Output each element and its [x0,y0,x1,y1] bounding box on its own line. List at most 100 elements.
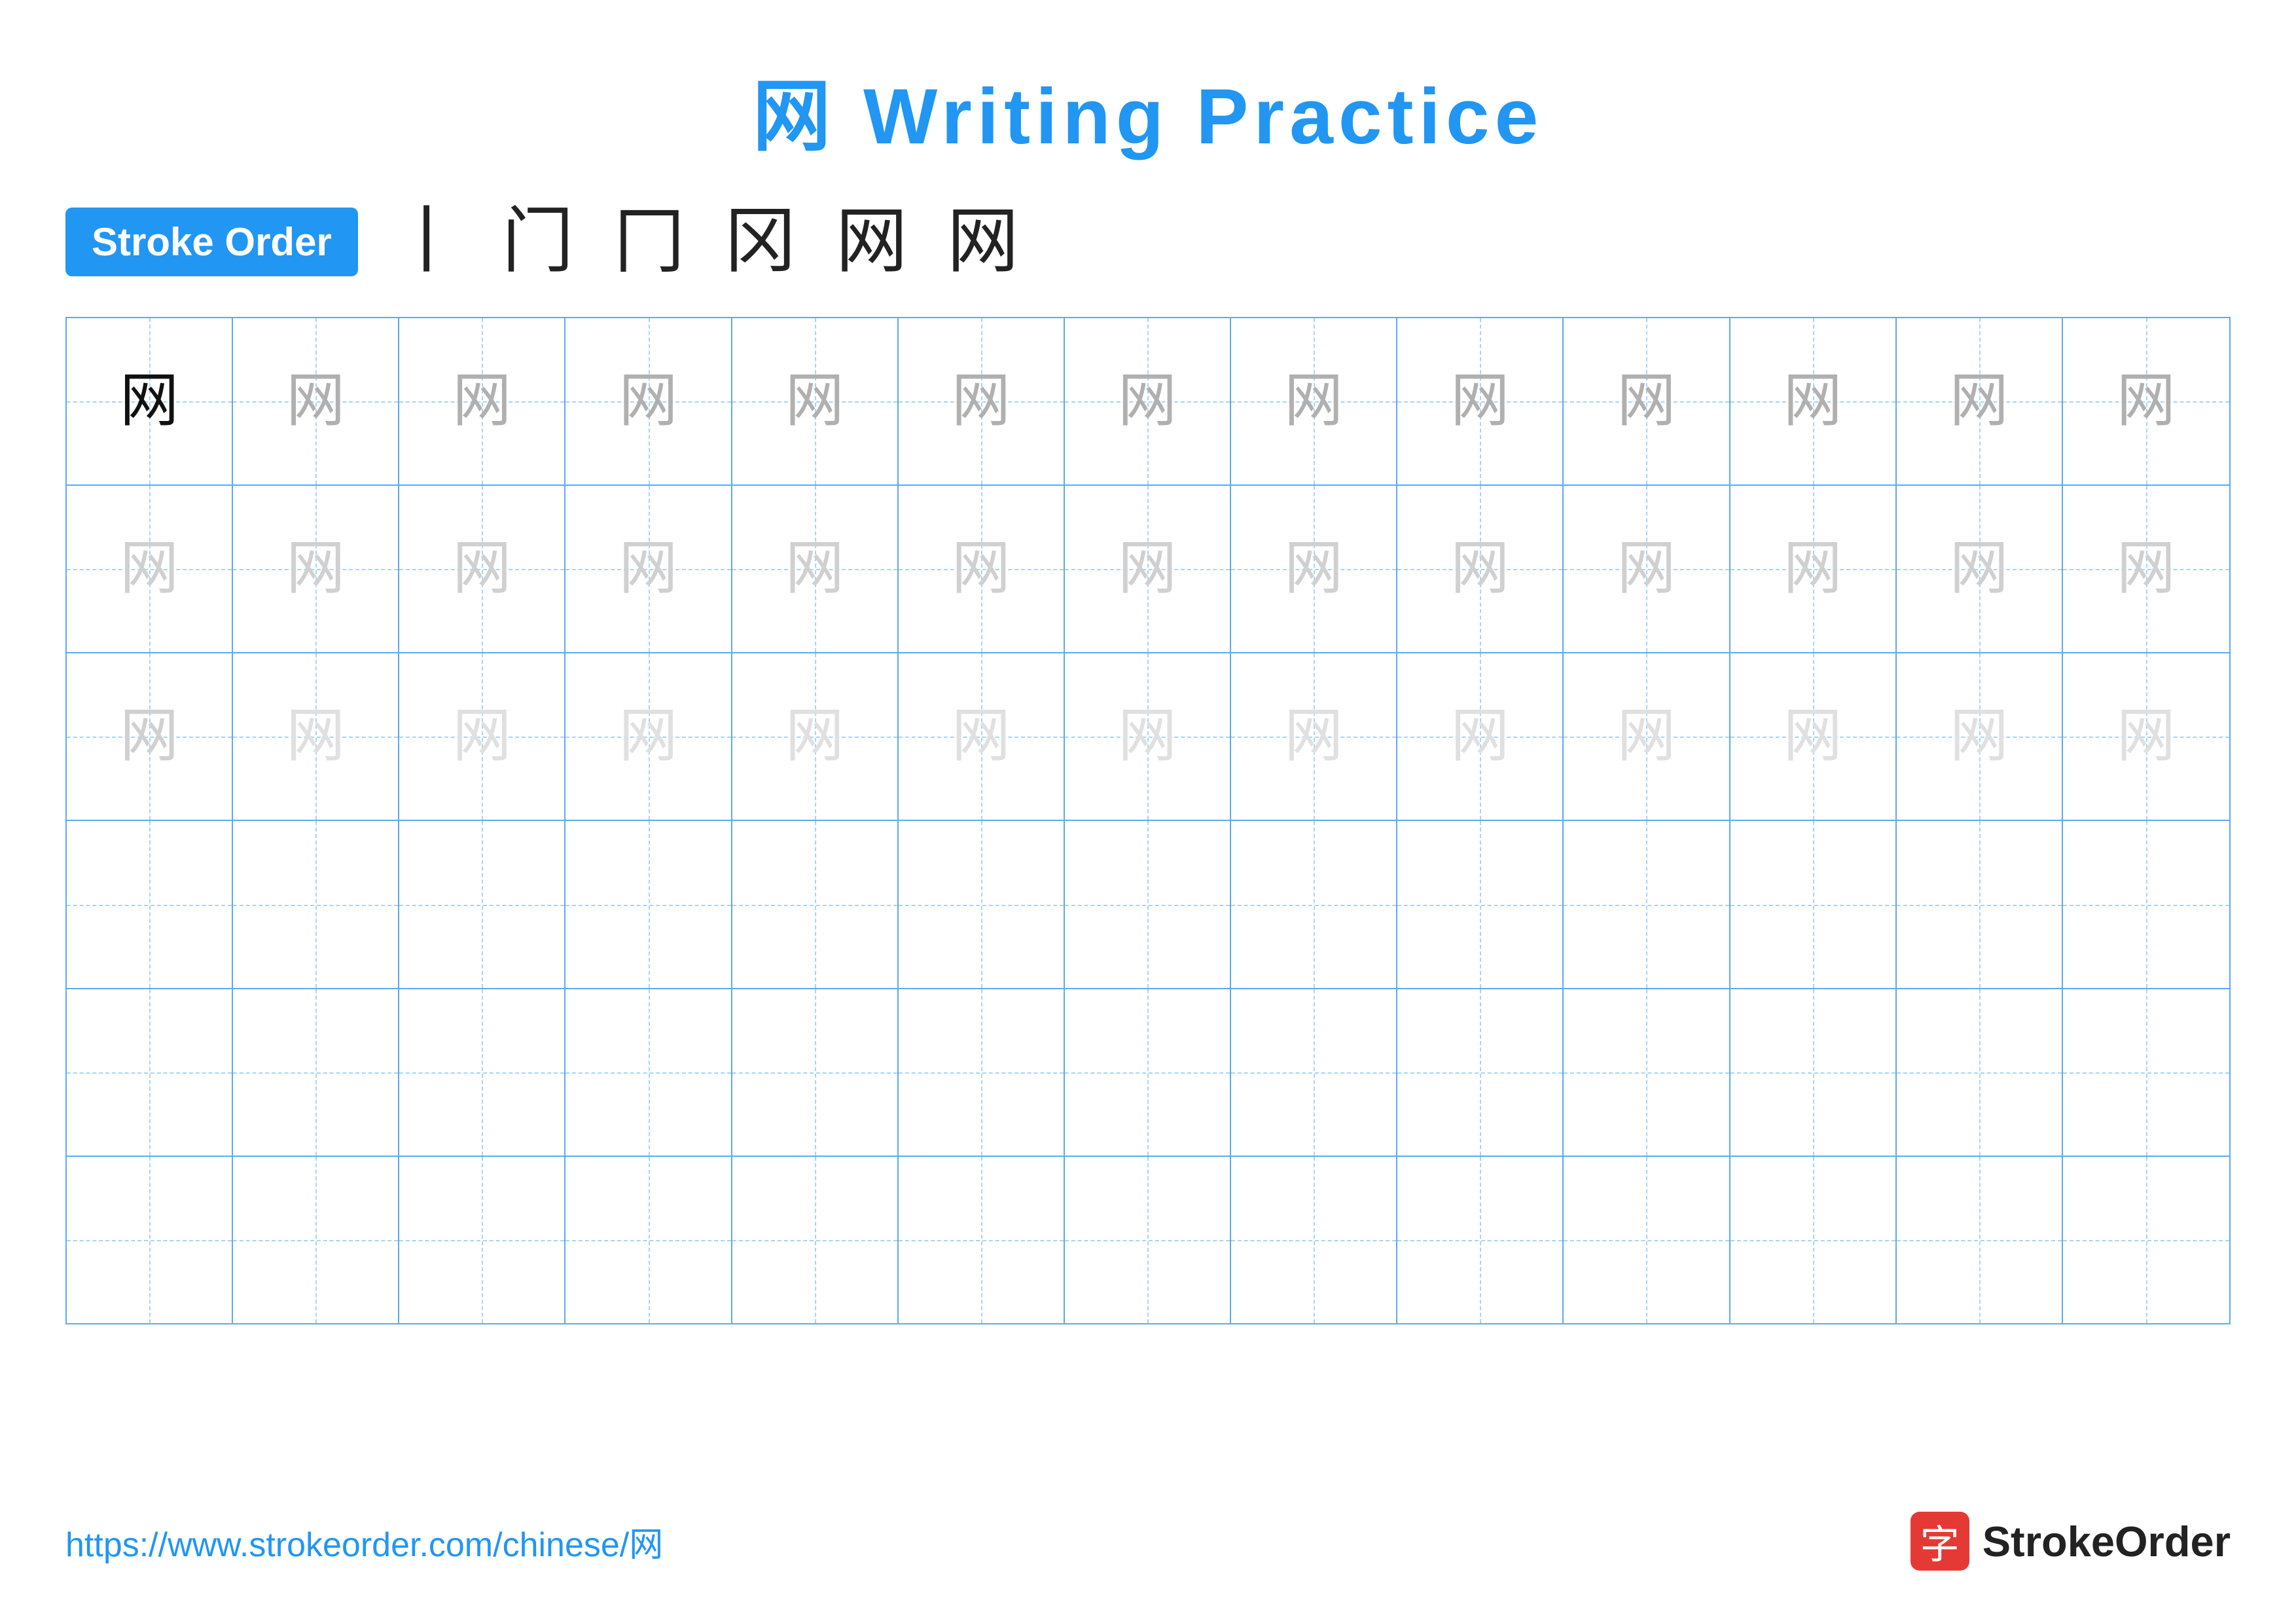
grid-cell-4-10[interactable] [1731,989,1897,1156]
grid-cell-0-2[interactable]: 网 [399,318,565,484]
grid-row-4[interactable] [67,989,2229,1157]
grid-cell-3-10[interactable] [1731,821,1897,987]
grid-row-2[interactable]: 网网网网网网网网网网网网网 [67,653,2229,821]
grid-cell-0-10[interactable]: 网 [1731,318,1897,484]
grid-cell-2-4[interactable]: 网 [732,653,899,820]
grid-cell-3-1[interactable] [233,821,399,987]
grid-cell-1-0[interactable]: 网 [67,486,233,652]
grid-cell-4-5[interactable] [899,989,1065,1156]
grid-cell-0-12[interactable]: 网 [2063,318,2229,484]
grid-cell-3-4[interactable] [732,821,899,987]
grid-cell-5-6[interactable] [1065,1157,1231,1323]
grid-cell-5-5[interactable] [899,1157,1065,1323]
grid-cell-3-7[interactable] [1231,821,1397,987]
cell-char: 网 [952,539,1011,598]
stroke-step-6: 网 [947,206,1019,278]
grid-cell-0-4[interactable]: 网 [732,318,899,484]
grid-cell-2-6[interactable]: 网 [1065,653,1231,820]
cell-char: 网 [785,372,844,431]
grid-cell-4-3[interactable] [565,989,732,1156]
grid-cell-3-3[interactable] [565,821,732,987]
grid-cell-3-6[interactable] [1065,821,1231,987]
grid-cell-0-8[interactable]: 网 [1397,318,1564,484]
grid-cell-4-1[interactable] [233,989,399,1156]
grid-cell-3-5[interactable] [899,821,1065,987]
grid-cell-4-6[interactable] [1065,989,1231,1156]
footer: https://www.strokeorder.com/chinese/网 字 … [65,1512,2231,1571]
grid-cell-4-2[interactable] [399,989,565,1156]
grid-cell-3-2[interactable] [399,821,565,987]
grid-cell-2-7[interactable]: 网 [1231,653,1397,820]
grid-cell-4-12[interactable] [2063,989,2229,1156]
grid-cell-0-11[interactable]: 网 [1897,318,2063,484]
cell-char: 网 [452,707,511,766]
grid-cell-5-12[interactable] [2063,1157,2229,1323]
cell-char: 网 [1617,707,1676,766]
grid-cell-5-7[interactable] [1231,1157,1397,1323]
grid-cell-1-4[interactable]: 网 [732,486,899,652]
cell-char: 网 [286,372,345,431]
grid-cell-4-4[interactable] [732,989,899,1156]
grid-cell-1-10[interactable]: 网 [1731,486,1897,652]
grid-row-0[interactable]: 网网网网网网网网网网网网网 [67,318,2229,486]
grid-cell-1-8[interactable]: 网 [1397,486,1564,652]
grid-cell-0-7[interactable]: 网 [1231,318,1397,484]
grid-cell-5-8[interactable] [1397,1157,1564,1323]
grid-cell-2-3[interactable]: 网 [565,653,732,820]
grid-cell-4-9[interactable] [1564,989,1730,1156]
cell-char: 网 [785,539,844,598]
cell-char: 网 [1284,372,1343,431]
footer-url[interactable]: https://www.strokeorder.com/chinese/网 [65,1517,663,1566]
grid-cell-0-5[interactable]: 网 [899,318,1065,484]
grid-cell-0-3[interactable]: 网 [565,318,732,484]
grid-cell-3-0[interactable] [67,821,233,987]
grid-row-3[interactable] [67,821,2229,989]
grid-cell-1-7[interactable]: 网 [1231,486,1397,652]
stroke-step-5: 网 [836,206,908,278]
grid-cell-5-9[interactable] [1564,1157,1730,1323]
grid-cell-5-11[interactable] [1897,1157,2063,1323]
grid-cell-1-3[interactable]: 网 [565,486,732,652]
grid-cell-1-6[interactable]: 网 [1065,486,1231,652]
grid-cell-2-9[interactable]: 网 [1564,653,1730,820]
grid-cell-4-11[interactable] [1897,989,2063,1156]
grid-cell-5-3[interactable] [565,1157,732,1323]
grid-cell-2-5[interactable]: 网 [899,653,1065,820]
grid-row-5[interactable] [67,1157,2229,1323]
grid-cell-0-1[interactable]: 网 [233,318,399,484]
grid-cell-5-0[interactable] [67,1157,233,1323]
grid-cell-5-1[interactable] [233,1157,399,1323]
grid-cell-3-11[interactable] [1897,821,2063,987]
grid-cell-1-12[interactable]: 网 [2063,486,2229,652]
grid-cell-2-12[interactable]: 网 [2063,653,2229,820]
grid-cell-1-5[interactable]: 网 [899,486,1065,652]
grid-cell-1-1[interactable]: 网 [233,486,399,652]
grid-cell-0-6[interactable]: 网 [1065,318,1231,484]
grid-cell-5-4[interactable] [732,1157,899,1323]
grid-cell-4-7[interactable] [1231,989,1397,1156]
grid-cell-2-8[interactable]: 网 [1397,653,1564,820]
grid-cell-2-2[interactable]: 网 [399,653,565,820]
stroke-step-2: 门 [502,206,574,278]
cell-char: 网 [1784,539,1842,598]
grid-cell-2-10[interactable]: 网 [1731,653,1897,820]
grid-cell-3-8[interactable] [1397,821,1564,987]
grid-cell-3-9[interactable] [1564,821,1730,987]
grid-cell-2-1[interactable]: 网 [233,653,399,820]
cell-char: 网 [785,707,844,766]
grid-cell-2-11[interactable]: 网 [1897,653,2063,820]
grid-cell-4-0[interactable] [67,989,233,1156]
grid-cell-3-12[interactable] [2063,821,2229,987]
grid-row-1[interactable]: 网网网网网网网网网网网网网 [67,486,2229,653]
cell-char: 网 [1784,372,1842,431]
grid-cell-0-0[interactable]: 网 [67,318,233,484]
grid-cell-5-10[interactable] [1731,1157,1897,1323]
grid-cell-0-9[interactable]: 网 [1564,318,1730,484]
grid-cell-2-0[interactable]: 网 [67,653,233,820]
grid-cell-1-2[interactable]: 网 [399,486,565,652]
grid-cell-1-11[interactable]: 网 [1897,486,2063,652]
cell-char: 网 [1118,707,1177,766]
grid-cell-5-2[interactable] [399,1157,565,1323]
grid-cell-1-9[interactable]: 网 [1564,486,1730,652]
grid-cell-4-8[interactable] [1397,989,1564,1156]
